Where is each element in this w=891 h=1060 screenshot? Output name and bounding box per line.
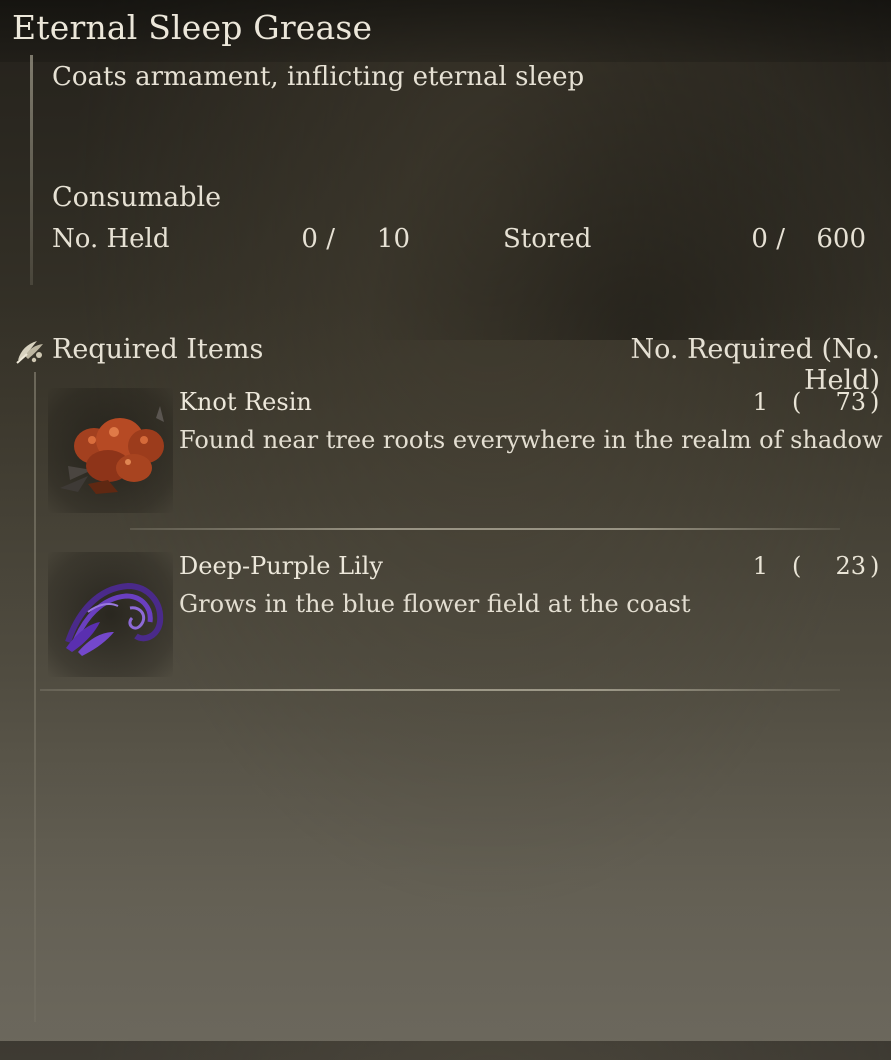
knot-resin-icon [48,388,173,513]
material-required-count: 1 [752,388,768,416]
held-current: 0 / [301,224,335,254]
material-required-count: 1 [752,552,768,580]
material-paren-open: ( [792,552,802,580]
item-description: Coats armament, inflicting eternal sleep [52,62,585,92]
divider [40,689,840,691]
material-row[interactable]: Knot Resin Found near tree roots everywh… [40,388,890,543]
material-held-count: 23 [835,552,866,580]
material-paren-close: ) [870,552,880,580]
material-description: Grows in the blue flower field at the co… [179,590,691,618]
material-name: Deep-Purple Lily [179,552,383,580]
held-max: 10 [376,224,410,254]
item-title: Eternal Sleep Grease [12,8,373,47]
required-columns-label: No. Required (No. Held) [630,334,880,396]
crafting-materials-icon [15,336,47,366]
divider [130,528,840,530]
stored-current: 0 / [751,224,785,254]
material-row[interactable]: Deep-Purple Lily Grows in the blue flowe… [40,552,890,707]
left-rule [30,55,33,285]
left-rule-lower [34,372,36,1022]
held-label: No. Held [52,224,170,254]
stored-max: 600 [816,224,866,254]
material-name: Knot Resin [179,388,312,416]
material-description: Found near tree roots everywhere in the … [179,426,883,454]
material-paren-open: ( [792,388,802,416]
required-items-label: Required Items [52,334,264,365]
material-held-count: 73 [835,388,866,416]
material-paren-close: ) [870,388,880,416]
item-type: Consumable [52,182,222,213]
stored-label: Stored [503,224,592,254]
deep-purple-lily-icon [48,552,173,677]
